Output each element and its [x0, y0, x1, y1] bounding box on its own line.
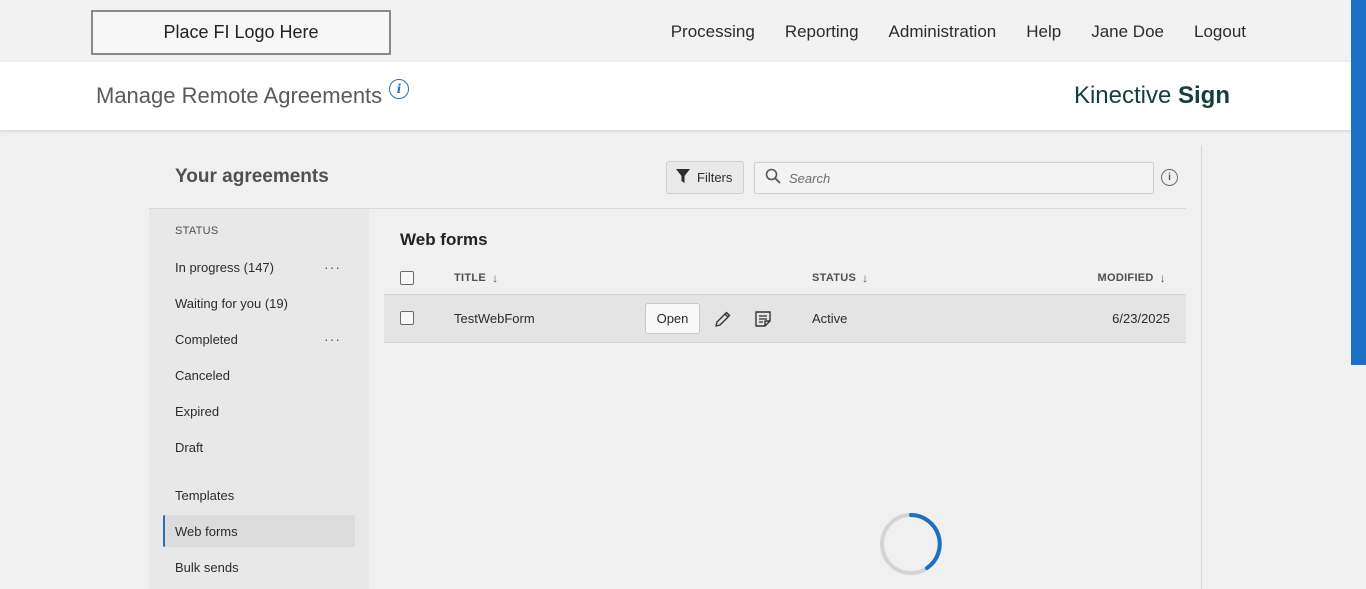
panel-header: Your agreements Filters i	[149, 145, 1186, 209]
pencil-icon[interactable]	[712, 308, 734, 330]
open-button[interactable]: Open	[645, 303, 700, 334]
sidebar-item-label: Draft	[175, 439, 204, 455]
sort-arrow-icon: ↓	[492, 271, 499, 285]
section-title: Web forms	[400, 230, 488, 249]
document-icon[interactable]	[752, 308, 774, 330]
logo-text: Place FI Logo Here	[163, 22, 319, 42]
row-checkbox[interactable]	[400, 311, 414, 325]
sidebar-item-label: Waiting for you (19)	[175, 295, 288, 311]
row-title[interactable]: TestWebForm	[454, 311, 535, 326]
sidebar-item-label: Completed	[175, 331, 238, 347]
search-field[interactable]	[754, 162, 1154, 194]
filters-label: Filters	[697, 170, 733, 185]
select-all-checkbox[interactable]	[400, 271, 414, 285]
nav-help[interactable]: Help	[1026, 22, 1061, 42]
sidebar-item-draft[interactable]: Draft	[163, 431, 355, 463]
table-header: TITLE ↓ STATUS ↓ MODIFIED ↓	[384, 263, 1186, 295]
sidebar-item-completed[interactable]: Completed ···	[163, 323, 355, 355]
sidebar-item-templates[interactable]: Templates	[163, 479, 355, 511]
column-title-header[interactable]: TITLE ↓	[454, 271, 498, 285]
sidebar-item-web-forms[interactable]: Web forms	[163, 515, 355, 547]
brand-logo: Kinective Sign	[1074, 82, 1230, 110]
column-status-header[interactable]: STATUS ↓	[812, 271, 868, 285]
brand-name-light: Kinective	[1073, 82, 1172, 109]
search-icon	[765, 168, 781, 189]
filter-icon	[676, 168, 690, 187]
agreements-panel: Your agreements Filters i STATUS In prog…	[149, 145, 1202, 589]
sidebar-item-label: Bulk sends	[175, 559, 239, 575]
sidebar-item-label: Templates	[175, 487, 235, 503]
page-scrollbar[interactable]	[1351, 0, 1366, 365]
filters-button[interactable]: Filters	[666, 161, 744, 194]
sort-arrow-icon: ↓	[1159, 271, 1166, 285]
nav-administration[interactable]: Administration	[889, 22, 997, 42]
status-heading: STATUS	[175, 225, 219, 237]
sidebar-item-waiting-for-you[interactable]: Waiting for you (19)	[163, 287, 355, 319]
nav-user-name[interactable]: Jane Doe	[1091, 22, 1164, 42]
sidebar-item-label: Web forms	[175, 523, 238, 539]
column-status-label: STATUS	[812, 272, 857, 284]
column-modified-label: MODIFIED	[1097, 272, 1154, 284]
sidebar-item-label: In progress (147)	[175, 259, 274, 275]
sidebar-item-label: Expired	[175, 403, 220, 419]
more-icon[interactable]: ···	[324, 331, 341, 347]
column-modified-header[interactable]: MODIFIED ↓	[1098, 271, 1167, 285]
brand-name-bold: Sign	[1178, 82, 1230, 109]
main-nav: Processing Reporting Administration Help…	[671, 22, 1246, 42]
sidebar-item-expired[interactable]: Expired	[163, 395, 355, 427]
logo-placeholder[interactable]: Place FI Logo Here	[91, 10, 391, 55]
panel-title: Your agreements	[175, 166, 329, 187]
row-status: Active	[812, 311, 848, 326]
sidebar-item-bulk-sends[interactable]: Bulk sends	[163, 551, 355, 583]
sort-arrow-icon: ↓	[862, 271, 869, 285]
sidebar-item-label: Canceled	[175, 367, 230, 383]
row-modified: 6/23/2025	[1112, 311, 1170, 326]
nav-logout[interactable]: Logout	[1194, 22, 1246, 42]
nav-processing[interactable]: Processing	[671, 22, 755, 42]
sidebar-item-canceled[interactable]: Canceled	[163, 359, 355, 391]
sidebar-item-in-progress[interactable]: In progress (147) ···	[163, 251, 355, 283]
status-sidebar: STATUS In progress (147) ··· Waiting for…	[149, 209, 369, 589]
more-icon[interactable]: ···	[324, 259, 341, 275]
page-title: Manage Remote Agreements	[96, 83, 383, 108]
page-header: Manage Remote Agreements i Kinective Sig…	[0, 62, 1351, 130]
column-title-label: TITLE	[454, 272, 487, 284]
info-icon[interactable]: i	[389, 79, 409, 99]
search-info-icon[interactable]: i	[1161, 169, 1178, 186]
nav-reporting[interactable]: Reporting	[785, 22, 859, 42]
search-input[interactable]	[789, 170, 1129, 186]
top-bar: Place FI Logo Here Processing Reporting …	[0, 0, 1351, 62]
table-row[interactable]: TestWebForm Open Active 6/23/2025	[384, 295, 1186, 343]
loading-spinner-icon	[879, 512, 943, 576]
web-forms-list: Web forms TITLE ↓ STATUS ↓ MODIFIED ↓ Te…	[384, 209, 1186, 589]
